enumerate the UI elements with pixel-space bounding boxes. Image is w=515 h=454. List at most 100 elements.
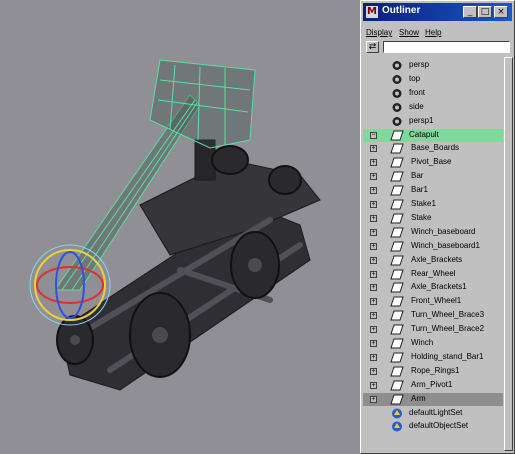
transform-icon [390, 143, 404, 154]
expand-icon[interactable]: + [370, 298, 377, 306]
expand-icon[interactable]: + [370, 145, 377, 153]
outliner-item[interactable]: top [363, 73, 503, 86]
outliner-titlebar[interactable]: M Outliner _ □ × [363, 3, 512, 21]
expand-icon[interactable]: + [370, 340, 377, 347]
outliner-item-label: Turn_Wheel_Brace3 [411, 310, 485, 320]
menu-display[interactable]: Display [366, 28, 392, 37]
outliner-item[interactable]: + Axle_Brackets1 [363, 281, 503, 294]
menu-help[interactable]: Help [425, 28, 441, 37]
outliner-item-label: persp [409, 60, 430, 69]
outliner-item-label: Turn_Wheel_Brace2 [411, 324, 485, 334]
transform-icon [390, 352, 404, 363]
outliner-item-label: Base_Boards [411, 143, 460, 153]
expand-icon[interactable]: + [370, 353, 377, 361]
outliner-item[interactable]: + Arm [363, 392, 503, 406]
expand-icon[interactable]: + [370, 256, 377, 264]
outliner-item-label: Catapult [409, 129, 439, 139]
outliner-item-label: Rear_Wheel [411, 268, 456, 278]
transform-icon [390, 282, 404, 293]
outliner-item-label: Winch_baseboard1 [411, 240, 480, 250]
close-button[interactable]: × [494, 6, 508, 18]
outliner-item[interactable]: + Bar [363, 170, 503, 183]
filter-row: ⇄ [363, 40, 512, 55]
outliner-item[interactable]: + Stake [363, 212, 503, 225]
outliner-item[interactable]: side [363, 101, 503, 114]
window-title: Outliner [382, 5, 421, 16]
outliner-item-label: Holding_stand_Bar1 [411, 351, 484, 361]
outliner-item[interactable]: defaultLightSet [363, 407, 503, 420]
outliner-item[interactable]: + Winch_baseboard1 [363, 240, 503, 253]
rear-hub [268, 165, 302, 195]
outliner-item-label: Pivot_Base [411, 157, 452, 167]
outliner-item[interactable]: + Turn_Wheel_Brace2 [363, 323, 503, 336]
scrollbar[interactable] [504, 57, 513, 451]
expand-icon[interactable]: + [370, 284, 377, 292]
camera-icon [390, 116, 404, 127]
outliner-item-label: Axle_Brackets [411, 254, 463, 264]
outliner-item[interactable]: + Turn_Wheel_Brace3 [363, 309, 503, 322]
expand-icon[interactable]: + [370, 242, 377, 250]
outliner-item[interactable]: + Winch [363, 337, 503, 350]
outliner-item[interactable]: + Rope_Rings1 [363, 365, 503, 378]
outliner-item-label: Bar [411, 171, 424, 181]
expand-icon[interactable]: + [370, 214, 377, 222]
expand-icon[interactable]: + [370, 367, 377, 375]
expand-icon[interactable]: + [370, 228, 377, 236]
expand-icon[interactable]: + [370, 381, 377, 389]
outliner-item[interactable]: + Stake1 [363, 198, 503, 211]
outliner-item-label: persp1 [409, 115, 434, 125]
outliner-item-label: Axle_Brackets1 [411, 282, 467, 292]
outliner-item[interactable]: persp [363, 59, 503, 72]
outliner-item-label: Bar1 [411, 185, 428, 195]
outliner-item-label: front [409, 87, 426, 97]
transform-icon [390, 171, 404, 182]
transform-icon [390, 199, 404, 210]
set-icon [390, 408, 404, 419]
outliner-item-label: Rope_Rings1 [411, 365, 460, 375]
outliner-item[interactable]: front [363, 87, 503, 100]
expand-icon[interactable]: + [370, 159, 377, 167]
expand-icon[interactable]: + [370, 187, 377, 195]
transform-icon [390, 241, 404, 252]
outliner-item[interactable]: + Axle_Brackets [363, 254, 503, 267]
maya-app-icon: M [366, 6, 378, 18]
maximize-button[interactable]: □ [478, 6, 492, 18]
outliner-item[interactable]: defaultObjectSet [363, 420, 503, 433]
outliner-item[interactable]: persp1 [363, 115, 503, 128]
outliner-item-label: defaultObjectSet [409, 421, 469, 431]
filter-icon[interactable]: ⇄ [366, 41, 379, 53]
outliner-item-label: top [409, 73, 421, 83]
expand-icon[interactable]: + [370, 326, 377, 334]
outliner-item[interactable]: + Front_Wheel1 [363, 295, 503, 308]
transform-icon [390, 269, 404, 280]
transform-icon [390, 255, 404, 266]
expand-icon[interactable]: + [370, 201, 377, 208]
expand-icon[interactable]: + [370, 395, 377, 403]
expand-icon[interactable]: + [370, 270, 377, 278]
3d-viewport[interactable] [0, 0, 360, 454]
outliner-list[interactable]: persp top front side persp1 − Catapult + Base_Bo… [363, 57, 503, 451]
outliner-window[interactable]: M Outliner _ □ × Display Show Help ⇄ per… [360, 0, 515, 454]
outliner-item[interactable]: + Pivot_Base [363, 156, 503, 169]
outliner-item[interactable]: + Bar1 [363, 184, 503, 197]
outliner-item[interactable]: + Rear_Wheel [363, 268, 503, 281]
transform-icon [390, 227, 404, 238]
outliner-item-label: Winch_baseboard [411, 226, 476, 236]
outliner-item-label: defaultLightSet [409, 407, 463, 417]
outliner-item[interactable]: + Arm_Pivot1 [363, 379, 503, 392]
outliner-item[interactable]: + Winch_baseboard [363, 226, 503, 239]
transform-icon [390, 296, 404, 307]
expand-icon[interactable]: + [370, 173, 377, 181]
catapult-model-view[interactable] [0, 0, 360, 454]
outliner-item-label: Front_Wheel1 [411, 296, 462, 306]
minimize-button[interactable]: _ [463, 6, 477, 18]
scrollbar-thumb[interactable] [504, 57, 513, 451]
outliner-item[interactable]: + Base_Boards [363, 142, 503, 155]
expand-icon[interactable]: + [370, 312, 377, 320]
outliner-item[interactable]: + Holding_stand_Bar1 [363, 351, 503, 364]
collapse-icon[interactable]: − [370, 131, 377, 139]
transform-icon [390, 324, 404, 335]
filter-input[interactable] [383, 41, 510, 53]
outliner-item[interactable]: − Catapult [363, 128, 503, 142]
menu-show[interactable]: Show [399, 28, 419, 37]
